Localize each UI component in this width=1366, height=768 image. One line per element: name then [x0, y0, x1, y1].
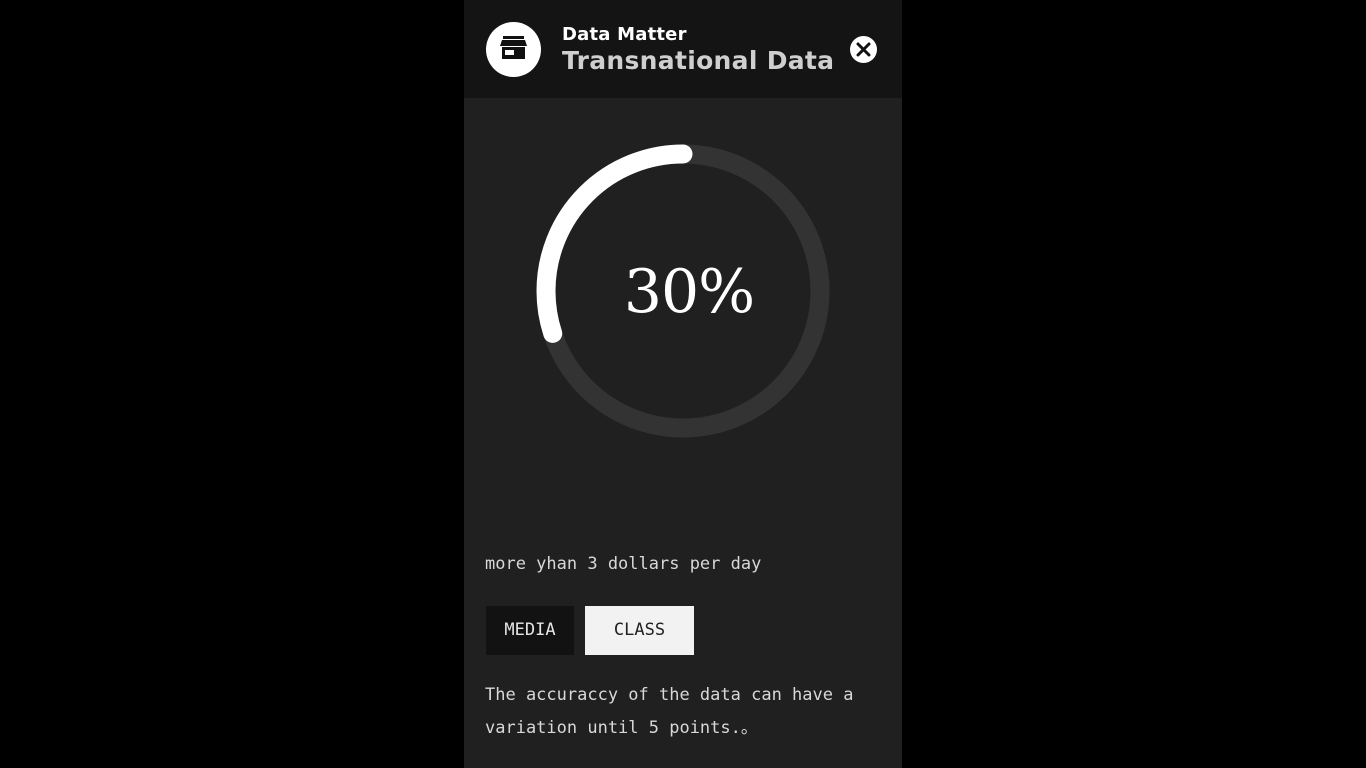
close-button[interactable] [850, 36, 877, 63]
description-text: more yhan 3 dollars per day [485, 554, 762, 574]
page-title: Transnational Data [562, 46, 835, 75]
class-button[interactable]: CLASS [585, 606, 694, 655]
header-subtitle: Data Matter [562, 24, 687, 45]
panel-header: Data Matter Transnational Data [464, 0, 902, 98]
accuracy-note: The accuraccy of the data can have a var… [485, 685, 854, 738]
avatar [486, 22, 541, 77]
data-panel: Data Matter Transnational Data 30% more … [464, 0, 902, 768]
header-titles: Data Matter Transnational Data [562, 24, 834, 76]
close-icon [856, 42, 871, 57]
media-button[interactable]: MEDIA [486, 606, 574, 655]
store-icon [500, 36, 527, 59]
gauge-value: 30% [623, 257, 755, 327]
